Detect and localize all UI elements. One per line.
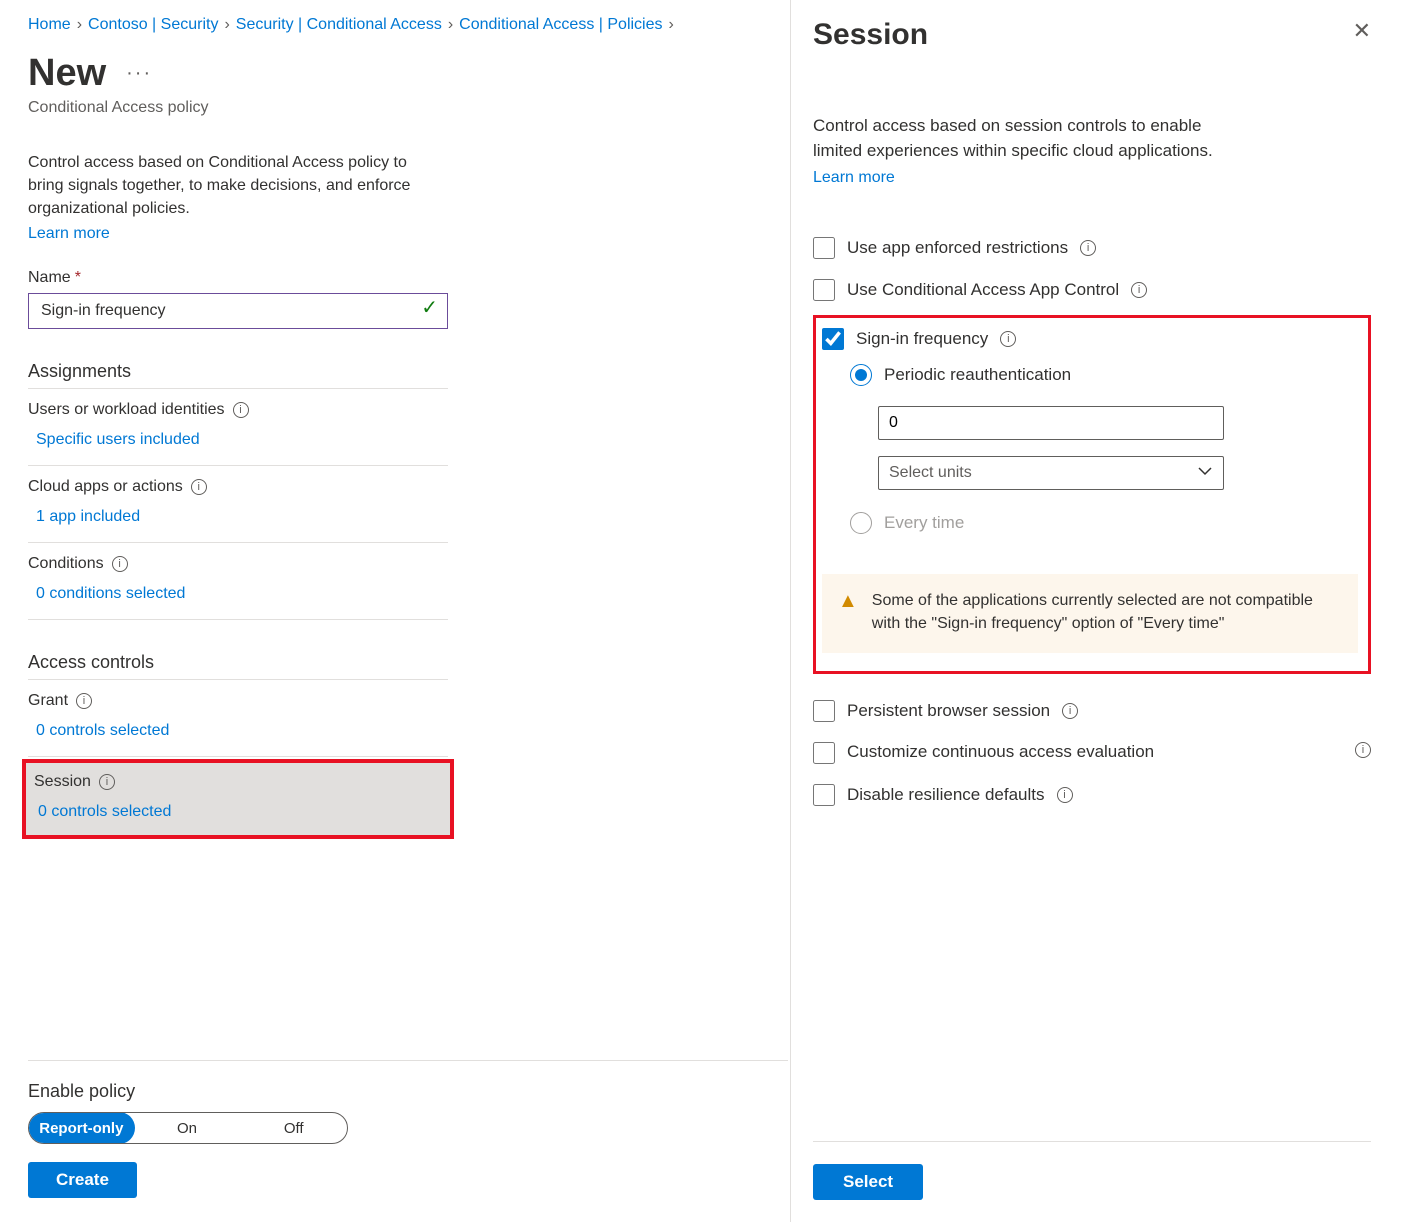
name-input[interactable]	[28, 293, 448, 329]
panel-title: Session	[813, 18, 928, 52]
info-icon[interactable]: i	[1000, 331, 1016, 347]
conditions-value[interactable]: 0 conditions selected	[28, 585, 448, 603]
app-enforced-label: Use app enforced restrictions	[847, 238, 1068, 258]
users-label: Users or workload identities	[28, 401, 225, 419]
resilience-label: Disable resilience defaults	[847, 785, 1045, 805]
every-time-radio[interactable]	[850, 512, 872, 534]
conditions-row[interactable]: Conditions i 0 conditions selected	[28, 543, 448, 620]
breadcrumb-security[interactable]: Contoso | Security	[88, 16, 218, 34]
units-dropdown[interactable]: Select units	[878, 456, 1224, 490]
caac-checkbox[interactable]	[813, 279, 835, 301]
session-row-highlight: Session i 0 controls selected	[22, 759, 454, 839]
breadcrumb: Home › Contoso | Security › Security | C…	[28, 16, 762, 34]
session-value[interactable]: 0 controls selected	[34, 803, 442, 821]
warning-icon: ▲	[838, 590, 858, 635]
breadcrumb-policies[interactable]: Conditional Access | Policies	[459, 16, 662, 34]
learn-more-link[interactable]: Learn more	[28, 225, 762, 243]
conditions-label: Conditions	[28, 555, 104, 573]
name-label: Name*	[28, 269, 762, 287]
session-label: Session	[34, 773, 91, 791]
page-title: New	[28, 52, 106, 95]
units-placeholder: Select units	[889, 464, 972, 482]
chevron-right-icon: ›	[224, 16, 229, 34]
create-button[interactable]: Create	[28, 1162, 137, 1198]
caac-label: Use Conditional Access App Control	[847, 280, 1119, 300]
apps-label: Cloud apps or actions	[28, 478, 183, 496]
chevron-right-icon: ›	[77, 16, 82, 34]
signin-frequency-highlight: Sign-in frequency i Periodic reauthentic…	[813, 315, 1371, 674]
info-icon[interactable]: i	[99, 774, 115, 790]
info-icon[interactable]: i	[1080, 240, 1096, 256]
enable-policy-label: Enable policy	[28, 1081, 788, 1102]
periodic-label: Periodic reauthentication	[884, 365, 1071, 385]
users-value[interactable]: Specific users included	[28, 431, 448, 449]
chevron-right-icon: ›	[448, 16, 453, 34]
more-icon[interactable]: ···	[126, 62, 152, 85]
close-icon[interactable]: ✕	[1353, 18, 1371, 44]
enable-policy-toggle[interactable]: Report-only On Off	[28, 1112, 348, 1144]
access-controls-heading: Access controls	[28, 652, 448, 680]
signin-frequency-checkbox[interactable]	[822, 328, 844, 350]
toggle-report-only[interactable]: Report-only	[28, 1112, 135, 1144]
required-icon: *	[75, 269, 81, 286]
info-icon[interactable]: i	[1355, 742, 1371, 758]
app-enforced-checkbox[interactable]	[813, 237, 835, 259]
select-button[interactable]: Select	[813, 1164, 923, 1200]
chevron-down-icon	[1197, 463, 1213, 484]
session-row[interactable]: Session i 0 controls selected	[26, 763, 450, 835]
info-icon[interactable]: i	[191, 479, 207, 495]
page-subtitle: Conditional Access policy	[28, 99, 762, 117]
warning-text: Some of the applications currently selec…	[872, 590, 1342, 635]
warning-callout: ▲ Some of the applications currently sel…	[822, 574, 1358, 653]
grant-row[interactable]: Grant i 0 controls selected	[28, 680, 448, 757]
toggle-off[interactable]: Off	[240, 1113, 347, 1143]
info-icon[interactable]: i	[233, 402, 249, 418]
frequency-input[interactable]	[878, 406, 1224, 440]
assignments-heading: Assignments	[28, 361, 448, 389]
check-icon: ✓	[421, 295, 438, 320]
cae-checkbox[interactable]	[813, 742, 835, 764]
info-icon[interactable]: i	[76, 693, 92, 709]
apps-value[interactable]: 1 app included	[28, 508, 448, 526]
periodic-radio[interactable]	[850, 364, 872, 386]
panel-learn-more-link[interactable]: Learn more	[813, 169, 1371, 187]
info-icon[interactable]: i	[1131, 282, 1147, 298]
toggle-on[interactable]: On	[134, 1113, 241, 1143]
signin-frequency-label: Sign-in frequency	[856, 329, 988, 349]
grant-label: Grant	[28, 692, 68, 710]
panel-description: Control access based on session controls…	[813, 114, 1223, 163]
persistent-session-checkbox[interactable]	[813, 700, 835, 722]
apps-row[interactable]: Cloud apps or actions i 1 app included	[28, 466, 448, 543]
grant-value[interactable]: 0 controls selected	[28, 722, 448, 740]
users-row[interactable]: Users or workload identities i Specific …	[28, 389, 448, 466]
resilience-checkbox[interactable]	[813, 784, 835, 806]
chevron-right-icon: ›	[669, 16, 674, 34]
every-time-label: Every time	[884, 513, 964, 533]
breadcrumb-conditional-access[interactable]: Security | Conditional Access	[236, 16, 442, 34]
info-icon[interactable]: i	[1057, 787, 1073, 803]
page-description: Control access based on Conditional Acce…	[28, 151, 428, 221]
info-icon[interactable]: i	[1062, 703, 1078, 719]
breadcrumb-home[interactable]: Home	[28, 16, 71, 34]
info-icon[interactable]: i	[112, 556, 128, 572]
persistent-session-label: Persistent browser session	[847, 701, 1050, 721]
cae-label: Customize continuous access evaluation	[847, 742, 1154, 762]
